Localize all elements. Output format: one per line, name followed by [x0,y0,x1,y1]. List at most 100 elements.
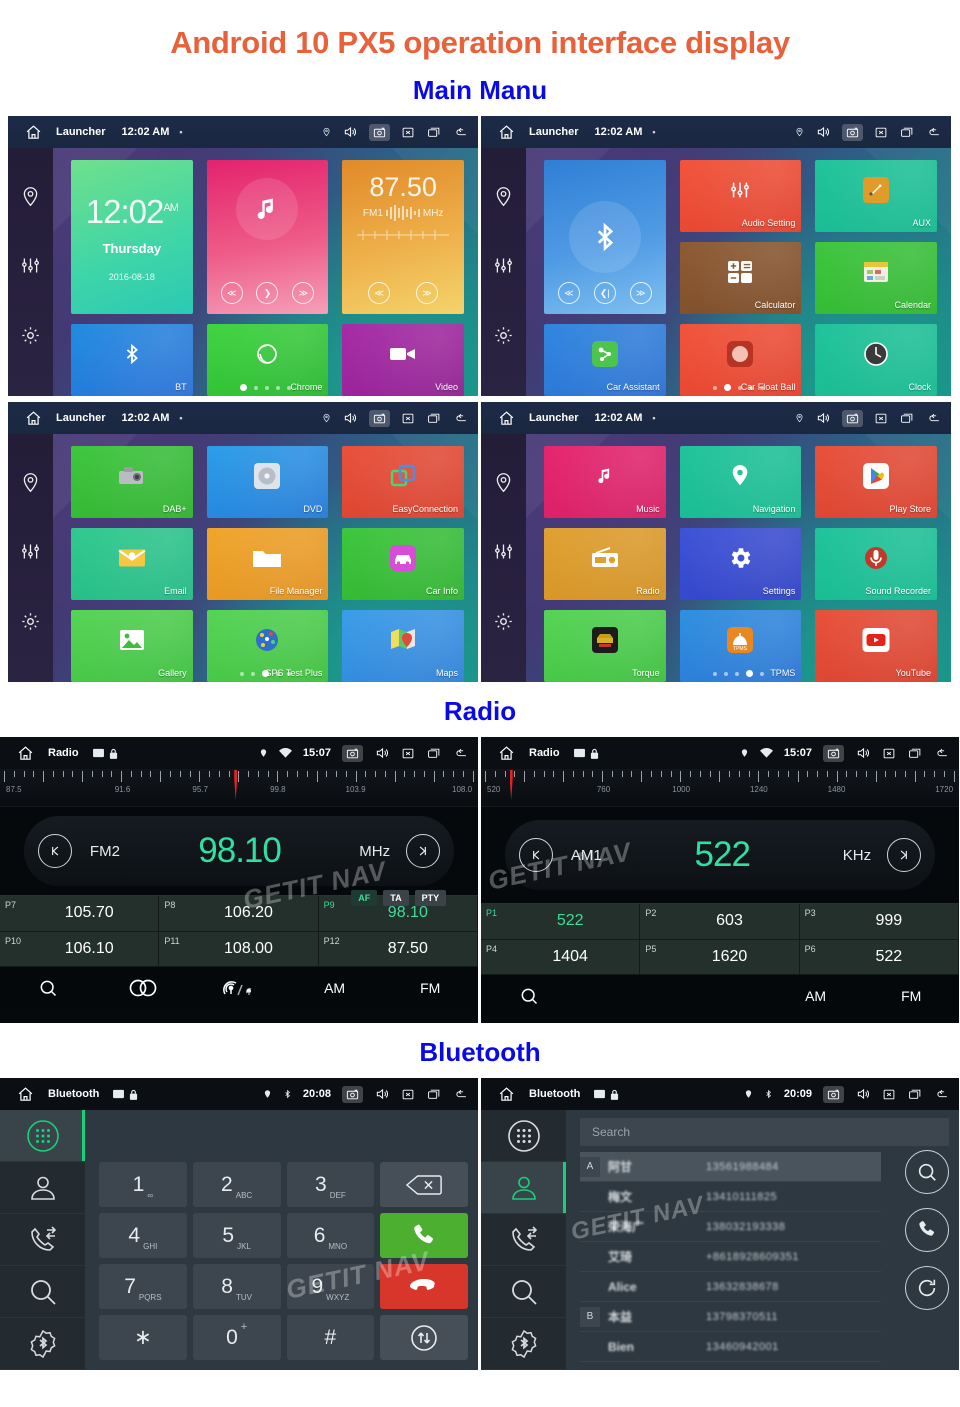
screenshot-icon[interactable] [842,409,863,427]
preset-button[interactable]: P3 999 [799,904,959,940]
pty-button[interactable]: PTY [414,890,447,906]
sidebar-item-contacts[interactable] [481,1162,566,1214]
home-icon[interactable] [489,1086,523,1103]
key-hash[interactable]: # [286,1315,375,1360]
back-icon[interactable] [926,412,943,425]
key-0[interactable]: 0 + [192,1315,281,1360]
preset-button[interactable]: P4 1404 [481,939,641,975]
screenshot-icon[interactable] [842,123,863,141]
tile-calendar[interactable]: Calendar [815,242,937,314]
volume-icon[interactable] [374,746,390,760]
page-dots[interactable] [526,384,951,391]
tile-music[interactable]: Music [544,446,666,518]
search-input[interactable]: Search [580,1118,949,1146]
back-icon[interactable] [453,747,470,760]
sidebar-navigation-icon[interactable] [493,472,514,493]
tile-dab[interactable]: DAB+ [71,446,193,518]
audio-transfer-button[interactable] [380,1315,468,1360]
sidebar-settings-icon[interactable] [493,611,514,632]
tile-settings[interactable]: Settings [679,528,802,600]
launcher-panel-1[interactable]: Launcher 12:02 AM • 12:02AM Thursday 201… [8,116,478,396]
volume-icon[interactable] [855,1087,871,1101]
tile-dvd[interactable]: DVD [206,446,329,518]
back-icon[interactable] [453,126,470,139]
sidebar-item-dialpad[interactable] [481,1110,566,1162]
recent-apps-icon[interactable] [426,412,442,425]
sidebar-equalizer-icon[interactable] [493,255,514,276]
stereo-icon[interactable] [96,979,192,997]
bluetooth-panel-dialpad[interactable]: Bluetooth 20:08 1 ∞ 2 ABC 3 DEF 4 GHI 5 … [0,1078,478,1370]
backspace-button[interactable] [380,1162,468,1207]
launcher-panel-4[interactable]: Launcher 12:02 AM • Music Navigation Pla… [481,402,951,682]
rds-buttons[interactable]: AF TA PTY [351,890,447,906]
radio-panel-fm[interactable]: Radio 15:07 87.5 91.6 95.7 99.8 103.9 10… [0,737,478,1023]
tile-car-info[interactable]: Car Info [342,528,464,600]
search-icon[interactable] [0,978,96,998]
key-6[interactable]: 6 MNO [286,1213,375,1258]
screenshot-icon[interactable] [369,409,390,427]
sidebar-item-search[interactable] [0,1266,85,1318]
volume-icon[interactable] [374,1087,390,1101]
screenshot-icon[interactable] [823,1085,844,1103]
sidebar-equalizer-icon[interactable] [20,255,41,276]
af-button[interactable]: AF [351,890,378,906]
recent-apps-icon[interactable] [907,1088,923,1101]
page-dots[interactable] [53,670,478,677]
frequency-ruler[interactable]: 520 760 1000 1240 1480 1720 [481,769,959,807]
preset-button[interactable]: P12 87.50 [318,931,478,967]
screenshot-icon[interactable] [823,744,844,762]
key-star[interactable]: ∗ [99,1315,187,1360]
close-icon[interactable] [401,747,415,760]
preset-button[interactable]: P7 105.70 [0,896,160,932]
recent-apps-icon[interactable] [426,1088,442,1101]
screenshot-icon[interactable] [342,1085,363,1103]
screenshot-icon[interactable] [369,123,390,141]
fm-button[interactable]: FM [382,980,478,996]
am-button[interactable]: AM [768,988,864,1004]
volume-icon[interactable] [815,125,831,139]
tile-sound-recorder[interactable]: Sound Recorder [815,528,937,600]
close-icon[interactable] [874,412,888,425]
bt-next-button[interactable]: ≫ [629,282,652,304]
music-next-button[interactable]: ≫ [292,282,315,304]
home-icon[interactable] [8,745,42,762]
recent-apps-icon[interactable] [899,412,915,425]
bluetooth-panel-contacts[interactable]: Bluetooth 20:09 Search A 阿甘 13561988484 … [481,1078,959,1370]
launcher-panel-3[interactable]: Launcher 12:02 AM • DAB+ DVD EasyConnect… [8,402,478,682]
music-play-button[interactable]: ❯ [256,282,279,304]
sidebar-item-bluetooth-settings[interactable] [0,1318,85,1370]
clock-widget[interactable]: 12:02AM Thursday 2016-08-18 [71,160,193,314]
radio-panel-am[interactable]: Radio 15:07 520 760 1000 1240 1480 1720 … [481,737,959,1023]
key-3[interactable]: 3 DEF [286,1162,375,1207]
key-4[interactable]: 4 GHI [99,1213,187,1258]
back-icon[interactable] [926,126,943,139]
sidebar-equalizer-icon[interactable] [493,541,514,562]
music-widget[interactable]: ≪ ❯ ≫ [206,160,329,314]
sidebar-item-contacts[interactable] [0,1162,85,1214]
sidebar-settings-icon[interactable] [20,325,41,346]
sync-icon[interactable] [905,1266,949,1310]
fm-button[interactable]: FM [863,988,959,1004]
seek-down-button[interactable] [37,834,72,868]
dialpad-keys[interactable]: 1 ∞ 2 ABC 3 DEF 4 GHI 5 JKL 6 MNO 7 PQRS 8 TUV 9… [99,1162,468,1360]
close-icon[interactable] [401,126,415,139]
contact-row[interactable]: 艾琦 +8618928609351 [580,1242,881,1272]
contact-row[interactable]: 荣海广 138032193338 [580,1212,881,1242]
seek-up-button[interactable] [887,838,922,872]
contact-row[interactable]: Bien 13460942001 [580,1332,881,1362]
preset-button[interactable]: P10 106.10 [0,931,160,967]
home-icon[interactable] [16,410,50,427]
key-5[interactable]: 5 JKL [192,1213,281,1258]
sidebar-settings-icon[interactable] [493,325,514,346]
preset-grid[interactable]: P1 522 P2 603 P3 999 P4 1404 P5 1620 P6 522 [481,903,959,975]
preset-button[interactable]: P5 1620 [640,939,800,975]
home-icon[interactable] [489,124,523,141]
contact-row[interactable]: 梅文 13410111825 [580,1182,881,1212]
seek-down-button[interactable] [518,838,553,872]
bluetooth-widget[interactable]: ≪ ❮| ≫ [544,160,666,314]
sidebar-settings-icon[interactable] [20,611,41,632]
home-icon[interactable] [8,1086,42,1103]
music-prev-button[interactable]: ≪ [220,282,243,304]
back-icon[interactable] [453,1088,470,1101]
local-distance-icon[interactable] [191,978,287,998]
